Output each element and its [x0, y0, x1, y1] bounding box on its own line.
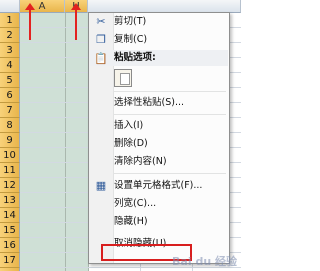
row-header[interactable]: 16 [0, 238, 20, 253]
row-header[interactable]: 5 [0, 73, 20, 88]
row-header[interactable]: 17 [0, 253, 20, 268]
row-header[interactable]: 15 [0, 223, 20, 238]
row-header[interactable]: 4 [0, 58, 20, 73]
row-header[interactable]: 2 [0, 28, 20, 43]
menu-separator [114, 173, 226, 174]
row-header[interactable]: 14 [0, 208, 20, 223]
paste-options-label: 粘贴选项: [114, 52, 156, 63]
context-menu: ✂ 剪切(T) ❐ 复制(C) 📋 粘贴选项: 选择性粘贴(S)... 插入(I… [88, 12, 230, 264]
select-all-corner[interactable] [0, 0, 20, 13]
menu-item-delete[interactable]: 删除(D) [114, 135, 148, 153]
menu-item-format-cells[interactable]: 设置单元格格式(F)... [114, 177, 202, 195]
spreadsheet: A H 123456789101112131415161718 ✂ 剪切(T) … [0, 0, 241, 271]
row-header[interactable]: 1 [0, 13, 20, 28]
row-header[interactable]: 9 [0, 133, 20, 148]
menu-item-insert[interactable]: 插入(I) [114, 117, 143, 135]
menu-separator [114, 91, 226, 92]
menu-item-cut[interactable]: 剪切(T) [114, 13, 146, 31]
row-header[interactable]: 8 [0, 118, 20, 133]
menu-item-column-width[interactable]: 列宽(C)... [114, 195, 156, 213]
clipboard-icon: 📋 [94, 52, 108, 65]
scissors-icon: ✂ [96, 15, 106, 28]
row-header[interactable]: 10 [0, 148, 20, 163]
format-cells-icon: ▦ [95, 179, 107, 192]
row-header[interactable]: 13 [0, 193, 20, 208]
row-header[interactable]: 3 [0, 43, 20, 58]
paste-options-header: 📋 粘贴选项: [90, 50, 228, 66]
red-arrow-annotation [25, 3, 35, 40]
row-header[interactable]: 7 [0, 103, 20, 118]
row-header[interactable]: 12 [0, 178, 20, 193]
watermark: Bai du 经验 [172, 255, 237, 268]
row-header[interactable]: 6 [0, 88, 20, 103]
menu-item-copy[interactable]: 复制(C) [114, 31, 147, 49]
red-arrow-annotation [71, 3, 81, 40]
paste-button[interactable] [114, 69, 132, 87]
copy-icon: ❐ [96, 33, 106, 46]
menu-item-hide[interactable]: 隐藏(H) [114, 213, 148, 231]
menu-item-paste-special[interactable]: 选择性粘贴(S)... [114, 94, 184, 112]
row-header[interactable]: 11 [0, 163, 20, 178]
menu-item-clear-contents[interactable]: 清除内容(N) [114, 153, 167, 171]
menu-separator [114, 114, 226, 115]
